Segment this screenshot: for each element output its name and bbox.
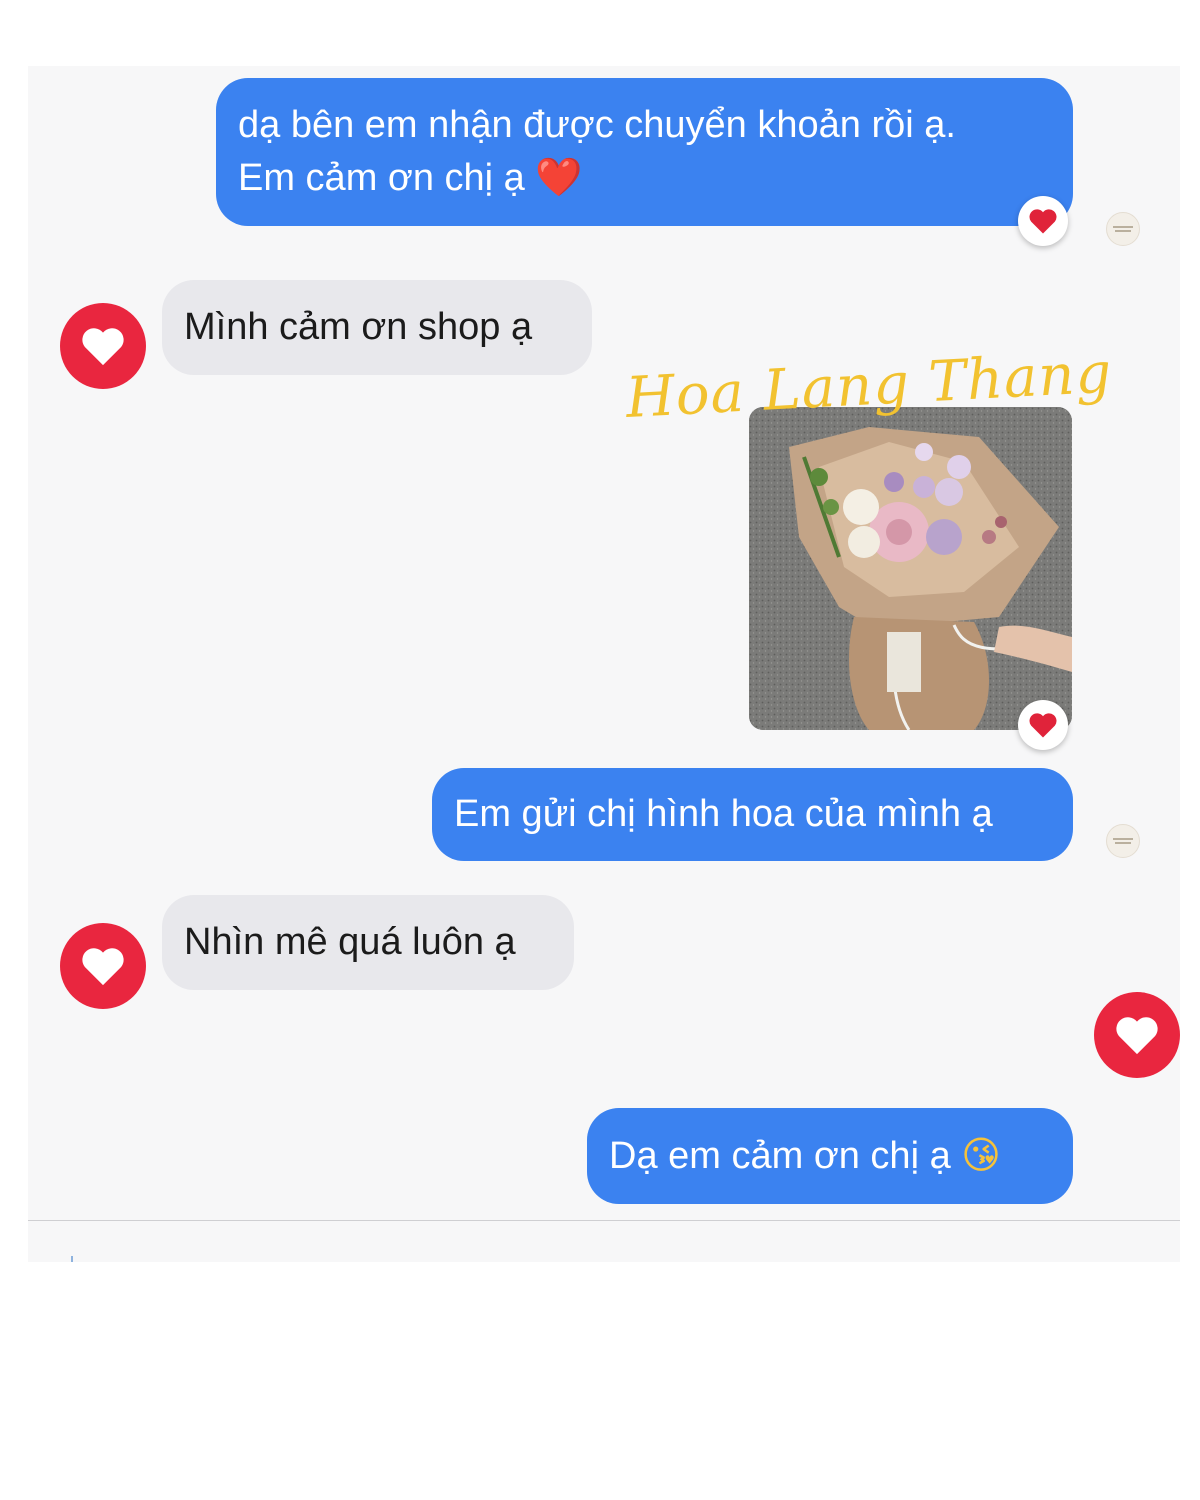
contact-avatar[interactable] xyxy=(60,303,146,389)
heart-icon xyxy=(1116,1017,1158,1055)
message-bubble-received[interactable]: Mình cảm ơn shop ạ xyxy=(162,280,592,375)
flower-bouquet-photo[interactable] xyxy=(749,407,1072,730)
heart-icon xyxy=(82,948,124,986)
message-text: Em gửi chị hình hoa của mình ạ xyxy=(454,793,993,835)
bouquet-illustration xyxy=(749,407,1072,730)
message-bubble-sent[interactable]: Dạ em cảm ơn chị ạ 😘 xyxy=(587,1108,1073,1204)
message-line-2-text: Em cảm ơn chị ạ xyxy=(238,157,525,199)
heart-icon xyxy=(82,328,124,366)
contact-avatar[interactable] xyxy=(1094,992,1180,1078)
shop-logo-icon xyxy=(1113,838,1133,844)
message-text: Dạ em cảm ơn chị ạ xyxy=(609,1135,951,1177)
message-bubble-sent[interactable]: Em gửi chị hình hoa của mình ạ xyxy=(432,768,1073,861)
message-text: Mình cảm ơn shop ạ xyxy=(184,306,533,348)
reaction-heart[interactable] xyxy=(1018,700,1068,750)
message-line-1: dạ bên em nhận được chuyển khoản rồi ạ. xyxy=(238,104,956,146)
heart-emoji: ❤️ xyxy=(535,155,583,199)
seen-receipt-avatar xyxy=(1106,212,1140,246)
message-bubble-received[interactable]: Nhìn mê quá luôn ạ xyxy=(162,895,574,990)
heart-icon xyxy=(1029,713,1057,738)
composer-caret xyxy=(71,1256,73,1262)
kiss-emoji: 😘 xyxy=(961,1133,1001,1177)
heart-icon xyxy=(1029,209,1057,234)
contact-avatar[interactable] xyxy=(60,923,146,1009)
shop-logo-icon xyxy=(1113,226,1133,232)
message-line-2: Em cảm ơn chị ạ ❤️ xyxy=(238,151,1051,204)
message-text: Nhìn mê quá luôn ạ xyxy=(184,921,516,963)
chat-thread: dạ bên em nhận được chuyển khoản rồi ạ. … xyxy=(28,66,1180,1262)
reaction-heart[interactable] xyxy=(1018,196,1068,246)
seen-receipt-avatar xyxy=(1106,824,1140,858)
composer-divider xyxy=(28,1220,1180,1221)
message-bubble-sent[interactable]: dạ bên em nhận được chuyển khoản rồi ạ. … xyxy=(216,78,1073,226)
